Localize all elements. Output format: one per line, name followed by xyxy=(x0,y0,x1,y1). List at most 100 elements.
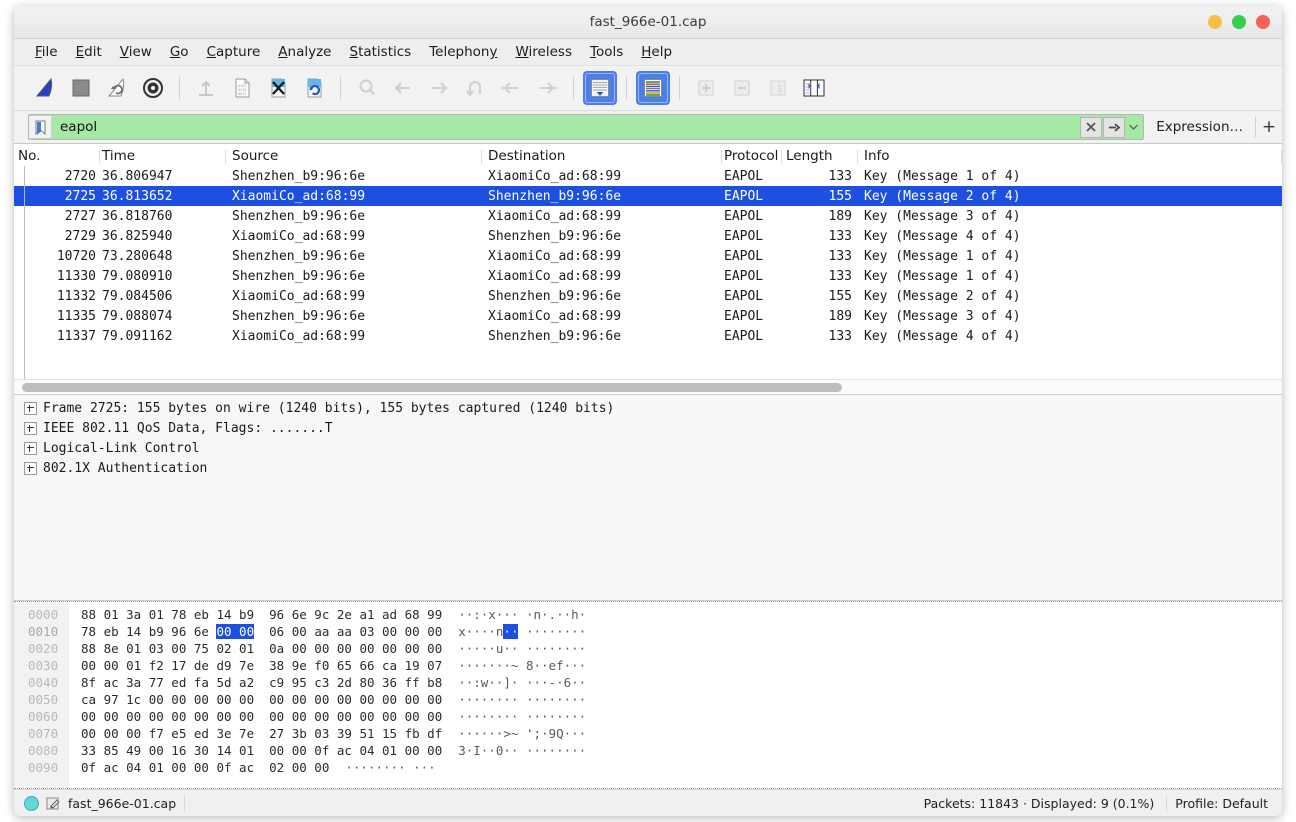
packet-bytes-pane[interactable]: 0000 88 01 3a 01 78 eb 14 b9 96 6e 9c 2e … xyxy=(14,601,1282,789)
hex-row[interactable]: 0030 00 00 01 f2 17 de d9 7e 38 9e f0 65 … xyxy=(14,657,1282,674)
display-filter-input-wrapper[interactable]: eapol xyxy=(28,114,1145,140)
go-back-button[interactable] xyxy=(386,71,420,105)
auto-scroll-button[interactable] xyxy=(583,71,617,105)
hex-bytes[interactable]: 8f ac 3a 77 ed fa 5d a2 c9 95 c3 2d 80 3… xyxy=(69,675,442,690)
menu-statistics[interactable]: Statistics xyxy=(340,42,420,62)
hex-row[interactable]: 0090 0f ac 04 01 00 00 0f ac 02 00 00 ····… xyxy=(14,759,1282,776)
packet-row[interactable]: 11330 79.080910 Shenzhen_b9:96:6e XiaomiCo_… xyxy=(14,266,1282,286)
detail-row[interactable]: Frame 2725: 155 bytes on wire (1240 bits… xyxy=(14,398,1282,418)
hex-bytes[interactable]: 00 00 00 00 00 00 00 00 00 00 00 00 00 0… xyxy=(69,709,442,724)
filter-bookmark-button[interactable] xyxy=(29,116,52,138)
menu-telephony[interactable]: Telephony xyxy=(420,42,506,62)
menu-help[interactable]: Help xyxy=(632,42,681,62)
packet-list-hscrollbar[interactable] xyxy=(14,379,1282,394)
packet-row[interactable]: 2720 36.806947 Shenzhen_b9:96:6e XiaomiCo_a… xyxy=(14,166,1282,186)
save-file-button[interactable]: 0101 0110 0011 xyxy=(225,71,259,105)
hex-ascii[interactable]: ········ ········ xyxy=(442,692,586,707)
expand-icon[interactable] xyxy=(24,421,37,435)
clear-filter-button[interactable] xyxy=(1080,116,1103,138)
column-header-info[interactable]: Info xyxy=(858,148,1282,166)
hex-row[interactable]: 0010 78 eb 14 b9 96 6e 00 00 06 00 aa aa … xyxy=(14,623,1282,640)
apply-filter-button[interactable] xyxy=(1103,116,1126,138)
column-header-source[interactable]: Source xyxy=(226,148,482,166)
packet-row[interactable]: 11332 79.084506 XiaomiCo_ad:68:99 Shenzhen_… xyxy=(14,286,1282,306)
colorize-packets-button[interactable] xyxy=(636,71,670,105)
hex-ascii[interactable]: ··:w··]· ···-·6·· xyxy=(442,675,586,690)
hex-bytes[interactable]: 00 00 00 f7 e5 ed 3e 7e 27 3b 03 39 51 1… xyxy=(69,726,442,741)
expand-icon[interactable] xyxy=(24,461,37,475)
column-header-time[interactable]: Time xyxy=(100,148,226,166)
zoom-reset-button[interactable]: 1 xyxy=(761,71,795,105)
menu-edit[interactable]: Edit xyxy=(67,42,111,62)
start-capture-button[interactable] xyxy=(28,71,62,105)
minimize-button[interactable] xyxy=(1208,15,1222,29)
expand-icon[interactable] xyxy=(24,441,37,455)
maximize-button[interactable] xyxy=(1232,15,1246,29)
packet-details-pane[interactable]: Frame 2725: 155 bytes on wire (1240 bits… xyxy=(14,395,1282,601)
restart-capture-button[interactable] xyxy=(100,71,134,105)
resize-columns-button[interactable] xyxy=(797,71,831,105)
menu-analyze[interactable]: Analyze xyxy=(269,42,340,62)
packet-list-pane[interactable]: No. Time Source Destination Protocol Len… xyxy=(14,144,1282,395)
packet-row[interactable]: 2725 36.813652 XiaomiCo_ad:68:99 Shenzhen_b… xyxy=(14,186,1282,206)
column-header-length[interactable]: Length xyxy=(782,148,858,166)
go-forward-button[interactable] xyxy=(422,71,456,105)
hex-row[interactable]: 0040 8f ac 3a 77 ed fa 5d a2 c9 95 c3 2d … xyxy=(14,674,1282,691)
detail-row[interactable]: IEEE 802.11 QoS Data, Flags: .......T xyxy=(14,418,1282,438)
packet-list-rows[interactable]: 2720 36.806947 Shenzhen_b9:96:6e XiaomiCo_a… xyxy=(14,166,1282,379)
hex-ascii[interactable]: ··:·x··· ·n·.··h· xyxy=(442,607,586,622)
hex-row[interactable]: 0070 00 00 00 f7 e5 ed 3e 7e 27 3b 03 39 … xyxy=(14,725,1282,742)
expand-icon[interactable] xyxy=(24,401,37,415)
menu-view[interactable]: View xyxy=(111,42,161,62)
capture-comment-icon[interactable] xyxy=(46,796,61,811)
column-header-destination[interactable]: Destination xyxy=(482,148,722,166)
hex-ascii[interactable]: ······>~ ';·9Q··· xyxy=(442,726,586,741)
hex-row[interactable]: 0080 33 85 49 00 16 30 14 01 00 00 0f ac … xyxy=(14,742,1282,759)
zoom-out-button[interactable] xyxy=(725,71,759,105)
hex-ascii[interactable]: x····n·· ········ xyxy=(442,624,586,639)
reload-file-button[interactable] xyxy=(297,71,331,105)
add-filter-button[interactable]: + xyxy=(1256,117,1282,137)
packet-row[interactable]: 11337 79.091162 XiaomiCo_ad:68:99 Shenzhen_… xyxy=(14,326,1282,346)
detail-row[interactable]: Logical-Link Control xyxy=(14,438,1282,458)
packet-row[interactable]: 11335 79.088074 Shenzhen_b9:96:6e XiaomiCo_… xyxy=(14,306,1282,326)
capture-options-button[interactable] xyxy=(136,71,170,105)
display-filter-input[interactable]: eapol xyxy=(52,116,1080,138)
column-header-protocol[interactable]: Protocol xyxy=(722,148,782,166)
menu-tools[interactable]: Tools xyxy=(581,42,632,62)
go-to-packet-button[interactable] xyxy=(458,71,492,105)
menu-go[interactable]: Go xyxy=(161,42,198,62)
hex-rows[interactable]: 0000 88 01 3a 01 78 eb 14 b9 96 6e 9c 2e … xyxy=(14,606,1282,776)
hex-ascii[interactable]: ········ ··· xyxy=(329,760,435,775)
hex-ascii[interactable]: ·······~ 8··ef··· xyxy=(442,658,586,673)
menu-capture[interactable]: Capture xyxy=(198,42,270,62)
hex-bytes[interactable]: 88 8e 01 03 00 75 02 01 0a 00 00 00 00 0… xyxy=(69,641,442,656)
hex-row[interactable]: 0050 ca 97 1c 00 00 00 00 00 00 00 00 00 … xyxy=(14,691,1282,708)
close-button[interactable] xyxy=(1256,15,1270,29)
status-profile[interactable]: Profile: Default xyxy=(1175,796,1282,811)
hex-bytes[interactable]: 00 00 01 f2 17 de d9 7e 38 9e f0 65 66 c… xyxy=(69,658,442,673)
packet-list-hscrollbar-thumb[interactable] xyxy=(22,383,842,392)
menu-file[interactable]: File xyxy=(26,42,67,62)
hex-row[interactable]: 0060 00 00 00 00 00 00 00 00 00 00 00 00 … xyxy=(14,708,1282,725)
go-first-packet-button[interactable] xyxy=(494,71,528,105)
packet-row[interactable]: 10720 73.280648 Shenzhen_b9:96:6e XiaomiCo_… xyxy=(14,246,1282,266)
hex-bytes[interactable]: 33 85 49 00 16 30 14 01 00 00 0f ac 04 0… xyxy=(69,743,442,758)
expert-info-icon[interactable] xyxy=(24,795,39,811)
hex-bytes[interactable]: ca 97 1c 00 00 00 00 00 00 00 00 00 00 0… xyxy=(69,692,442,707)
hex-ascii[interactable]: ·····u·· ········ xyxy=(442,641,586,656)
stop-capture-button[interactable] xyxy=(64,71,98,105)
hex-row[interactable]: 0020 88 8e 01 03 00 75 02 01 0a 00 00 00 … xyxy=(14,640,1282,657)
hex-bytes[interactable]: 88 01 3a 01 78 eb 14 b9 96 6e 9c 2e a1 a… xyxy=(69,607,442,622)
packet-row[interactable]: 2727 36.818760 Shenzhen_b9:96:6e XiaomiCo_a… xyxy=(14,206,1282,226)
hex-ascii[interactable]: 3·I··0·· ········ xyxy=(442,743,586,758)
zoom-in-button[interactable] xyxy=(689,71,723,105)
menu-wireless[interactable]: Wireless xyxy=(506,42,581,62)
filter-expression-button[interactable]: Expression… xyxy=(1144,119,1255,135)
hex-bytes[interactable]: 78 eb 14 b9 96 6e 00 00 06 00 aa aa 03 0… xyxy=(69,624,442,639)
find-packet-button[interactable] xyxy=(350,71,384,105)
go-last-packet-button[interactable] xyxy=(530,71,564,105)
open-file-button[interactable] xyxy=(189,71,223,105)
hex-ascii[interactable]: ········ ········ xyxy=(442,709,586,724)
hex-row[interactable]: 0000 88 01 3a 01 78 eb 14 b9 96 6e 9c 2e … xyxy=(14,606,1282,623)
